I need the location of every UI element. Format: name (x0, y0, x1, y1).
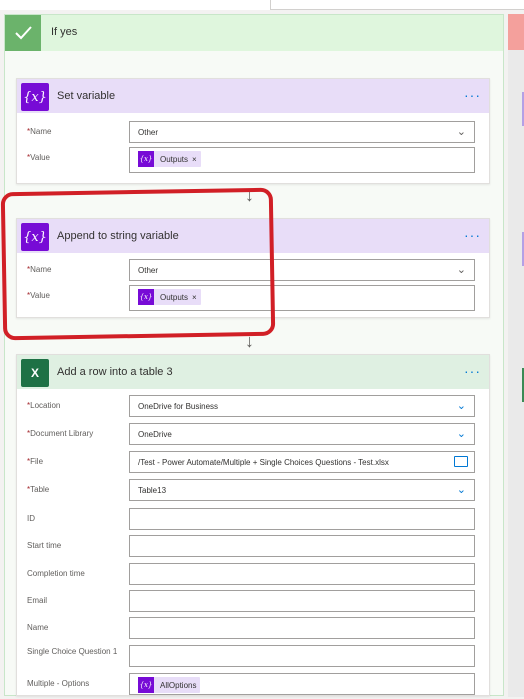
field-input[interactable] (129, 590, 475, 612)
field-label: Name (27, 623, 49, 632)
outputs-token[interactable]: {x} Outputs × (138, 151, 201, 167)
chevron-down-icon: ⌄ (456, 264, 466, 276)
field-input[interactable] (129, 508, 475, 530)
field-dropdown[interactable]: Table13 ⌄ (129, 479, 475, 501)
variable-icon: {x} (21, 83, 49, 111)
name-dropdown[interactable]: Other ⌄ (129, 121, 475, 143)
excel-icon: X (21, 359, 49, 387)
field-row: *Table Table13 ⌄ (17, 479, 489, 505)
more-options-button[interactable]: ··· (464, 363, 481, 379)
folder-icon[interactable] (454, 456, 468, 467)
field-input[interactable] (129, 645, 475, 667)
field-label: Single Choice Question 1 (27, 647, 118, 656)
more-options-button[interactable]: ··· (464, 87, 481, 103)
variable-token-icon: {x} (138, 677, 154, 693)
check-icon (5, 15, 41, 51)
field-input[interactable] (129, 563, 475, 585)
arrow-down-icon: ↓ (245, 331, 254, 351)
name-row: *Name Other ⌄ (17, 121, 489, 147)
token-label: AllOptions (160, 680, 197, 690)
field-row: ID (17, 508, 489, 534)
value-input[interactable]: {x} Outputs × (129, 147, 475, 173)
field-label: Completion time (27, 569, 85, 578)
highlight-annotation (0, 187, 276, 341)
remove-token-icon[interactable]: × (192, 155, 201, 164)
chevron-down-icon: ⌄ (456, 484, 466, 496)
value-label: *Value (27, 153, 50, 162)
field-row: *Document Library OneDrive ⌄ (17, 423, 489, 449)
field-row: Completion time (17, 563, 489, 589)
chevron-down-icon: ⌄ (456, 400, 466, 412)
file-picker[interactable]: /Test - Power Automate/Multiple + Single… (129, 451, 475, 473)
value-row: *Value {x} Outputs × (17, 147, 489, 173)
alloptions-token[interactable]: {x} AllOptions (138, 677, 201, 693)
field-row: Name (17, 617, 489, 643)
name-value: Other (138, 128, 159, 137)
variable-token-icon: {x} (138, 151, 154, 167)
card-title: Set variable (57, 90, 116, 102)
field-dropdown[interactable]: OneDrive ⌄ (129, 423, 475, 445)
field-row: *Location OneDrive for Business ⌄ (17, 395, 489, 421)
top-search-box[interactable] (270, 0, 524, 10)
card-title: Add a row into a table 3 (57, 366, 173, 378)
branch-title: If yes (51, 26, 78, 38)
chevron-down-icon: ⌄ (456, 126, 466, 138)
field-input[interactable]: {x} AllOptions (129, 673, 475, 695)
field-label: *Document Library (27, 429, 94, 438)
field-row: Email (17, 590, 489, 616)
field-label: Start time (27, 541, 62, 550)
field-label: ID (27, 514, 35, 523)
field-value: OneDrive (138, 430, 172, 439)
token-label: Outputs (160, 154, 189, 164)
top-bar (0, 0, 524, 10)
field-row: Single Choice Question 1 (17, 645, 489, 671)
add-row-header[interactable]: X Add a row into a table 3 ··· (17, 355, 489, 389)
field-value: Table13 (138, 486, 167, 495)
field-input[interactable] (129, 535, 475, 557)
chevron-down-icon: ⌄ (456, 428, 466, 440)
set-variable-header[interactable]: {x} Set variable ··· (17, 79, 489, 113)
field-value: /Test - Power Automate/Multiple + Single… (138, 458, 389, 467)
field-label: Multiple - Options (27, 679, 90, 688)
field-label: *Table (27, 485, 50, 494)
field-row: Start time (17, 535, 489, 561)
if-yes-header[interactable]: If yes (5, 15, 503, 51)
field-row: *File/Test - Power Automate/Multiple + S… (17, 451, 489, 477)
set-variable-card: {x} Set variable ··· *Name Other ⌄ *Valu… (16, 78, 490, 184)
field-input[interactable] (129, 617, 475, 639)
field-label: *Location (27, 401, 61, 410)
name-label: *Name (27, 127, 52, 136)
field-value: OneDrive for Business (138, 402, 219, 411)
if-no-branch-edge (508, 14, 524, 697)
more-options-button[interactable]: ··· (464, 227, 481, 243)
add-row-card: X Add a row into a table 3 ··· *Location… (16, 354, 490, 696)
if-no-header-edge[interactable] (508, 14, 524, 50)
field-label: Email (27, 596, 48, 605)
field-label: *File (27, 457, 44, 466)
field-row: Multiple - Options {x} AllOptions (17, 673, 489, 699)
field-dropdown[interactable]: OneDrive for Business ⌄ (129, 395, 475, 417)
